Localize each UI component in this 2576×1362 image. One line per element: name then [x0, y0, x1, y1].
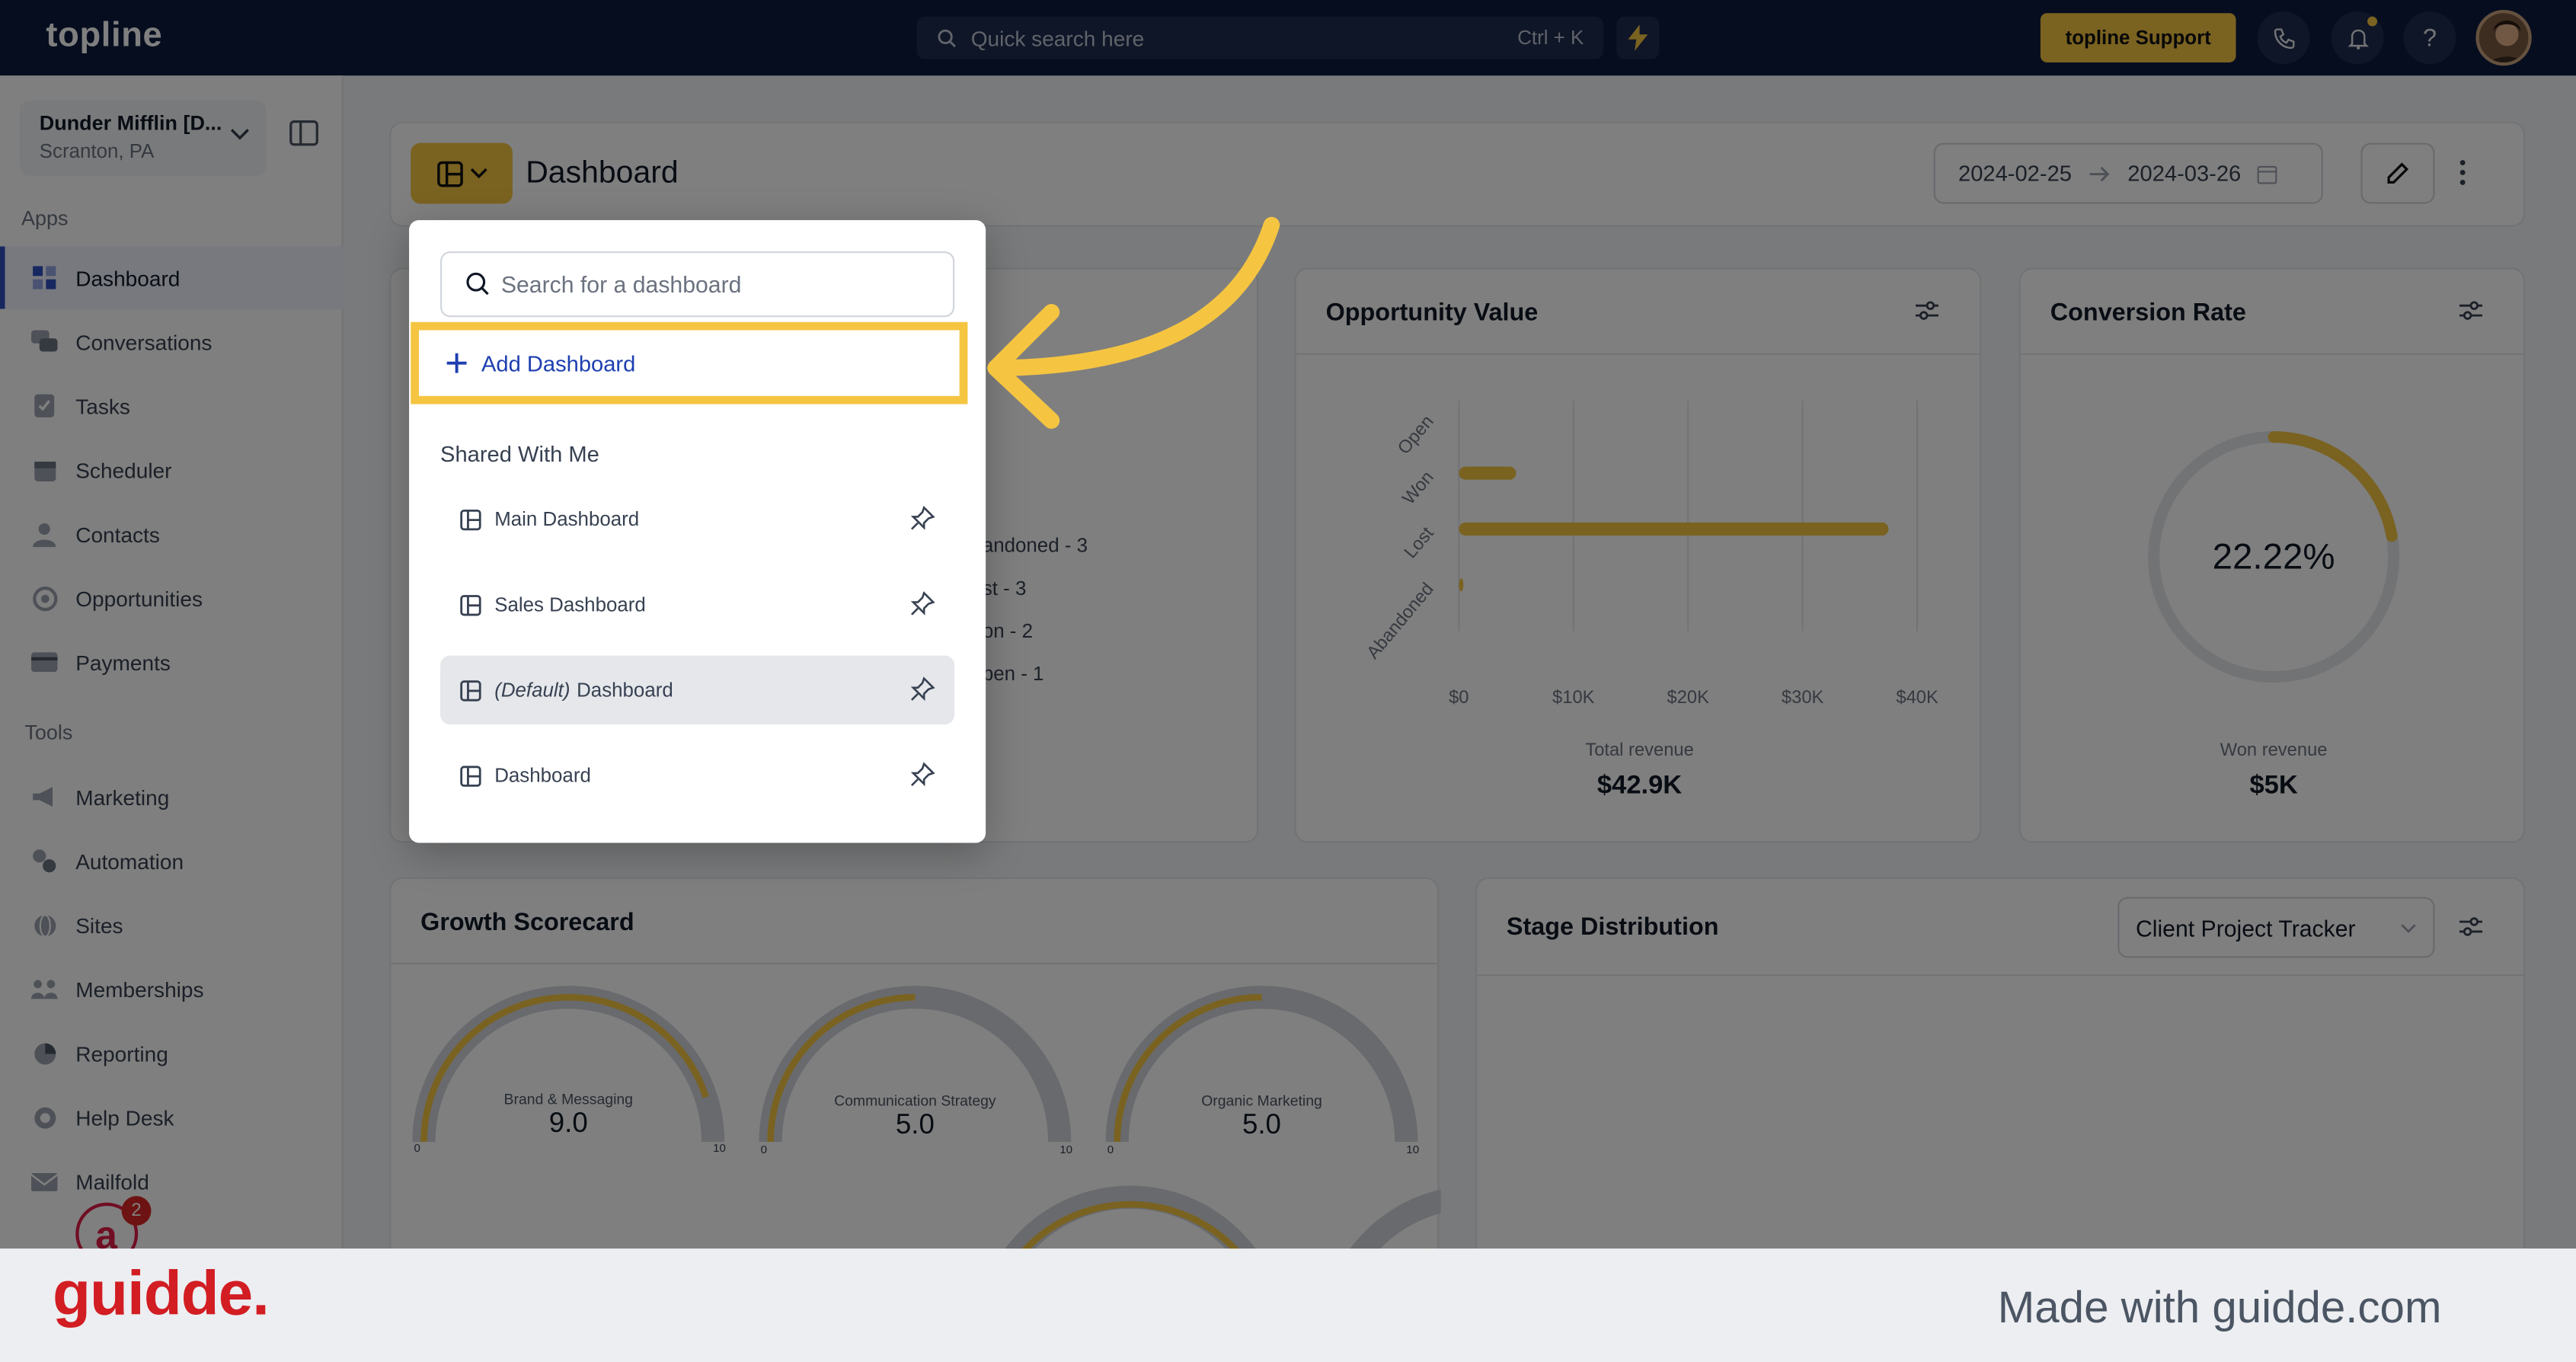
app-root: topline Quick search here Ctrl + K topli… — [0, 0, 2576, 1362]
brand-logo: guidde. — [53, 1260, 270, 1329]
made-with-text: Made with guidde.com — [1997, 1283, 2442, 1333]
guide-arrow-annotation — [987, 216, 1280, 429]
